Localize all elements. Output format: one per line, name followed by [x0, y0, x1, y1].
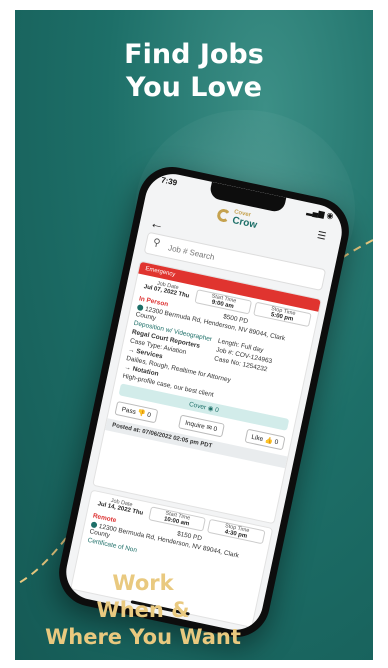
tagline-line-3: Where You Want — [45, 625, 241, 649]
tagline: Work When & Where You Want — [43, 570, 243, 651]
job-card[interactable]: Emergency Job Date Jul 07, 2022 Thu Start… — [92, 260, 322, 525]
headline: Find Jobs You Love — [15, 38, 373, 104]
filter-icon[interactable]: ☰ — [316, 230, 328, 243]
logo-text-large: Crow — [231, 215, 258, 232]
logo-c-icon — [215, 207, 232, 224]
headline-line-1: Find Jobs — [124, 39, 264, 70]
promo-screen: Find Jobs You Love 7:39 ▂▄▆ ◉ Cover Crow… — [15, 10, 373, 660]
search-icon: ⚲ — [151, 237, 162, 250]
status-time: 7:39 — [160, 175, 178, 188]
back-arrow-icon[interactable]: ← — [149, 214, 166, 233]
like-button[interactable]: Like 👍 0 — [244, 428, 286, 451]
status-icons: ▂▄▆ ◉ — [305, 206, 335, 221]
tagline-line-2: When & — [96, 598, 190, 622]
tagline-line-1: Work — [112, 571, 174, 595]
headline-line-2: You Love — [126, 72, 262, 103]
pass-button[interactable]: Pass 👎 0 — [114, 400, 159, 424]
